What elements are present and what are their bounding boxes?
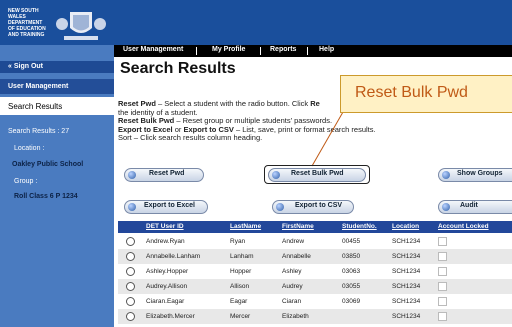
column-header-lastname[interactable]: LastName — [230, 223, 261, 230]
group-value: Roll Class 6 P 1234 — [14, 193, 78, 200]
column-header-location[interactable]: Location — [392, 223, 419, 230]
button-bullet-icon — [442, 171, 450, 179]
cell-location: SCH1234 — [392, 268, 421, 275]
callout-pointer — [311, 111, 344, 167]
cell-student-no: 03850 — [342, 253, 361, 260]
cell-user-id: Audrey.Allison — [146, 283, 188, 290]
reset-bulk-pwd-label: Reset Bulk Pwd — [291, 170, 344, 177]
account-locked-checkbox[interactable] — [438, 282, 447, 291]
row-radio[interactable] — [126, 237, 135, 246]
sidebar-item-user-management[interactable]: User Management — [8, 83, 68, 90]
cell-lastname: Lanham — [230, 253, 254, 260]
row-radio[interactable] — [126, 312, 135, 321]
instr-term: Re — [310, 99, 320, 108]
table-row[interactable]: Audrey.Allison Allison Audrey 03055 SCH1… — [118, 279, 512, 294]
cell-firstname: Ashley — [282, 268, 302, 275]
cell-student-no: 00455 — [342, 238, 361, 245]
cell-firstname: Elizabeth — [282, 313, 309, 320]
page-title: Search Results — [120, 60, 236, 77]
row-radio[interactable] — [126, 282, 135, 291]
nav-user-management[interactable]: User Management — [123, 46, 183, 53]
nav-help[interactable]: Help — [319, 46, 334, 53]
show-groups-button[interactable]: Show Groups — [438, 168, 512, 182]
cell-user-id: Ciaran.Eagar — [146, 298, 185, 305]
reset-bulk-pwd-button[interactable]: Reset Bulk Pwd — [268, 168, 366, 182]
cell-user-id: Annabelle.Lanham — [146, 253, 201, 260]
location-label: Location : — [14, 145, 45, 152]
button-bullet-icon — [128, 171, 136, 179]
top-navigation: User Management My Profile Reports Help — [114, 45, 512, 57]
instr-term: Reset Pwd — [118, 99, 156, 108]
column-header-student-no[interactable]: StudentNo. — [342, 223, 377, 230]
table-row[interactable]: Ashley.Hopper Hopper Ashley 03063 SCH123… — [118, 264, 512, 279]
cell-lastname: Ryan — [230, 238, 246, 245]
export-csv-label: Export to CSV — [295, 202, 343, 209]
nav-reports[interactable]: Reports — [270, 46, 296, 53]
nav-divider — [196, 47, 197, 55]
reset-bulk-pwd-callout: Reset Bulk Pwd — [340, 75, 512, 113]
column-header-account-locked[interactable]: Account Locked — [438, 223, 489, 230]
cell-user-id: Andrew.Ryan — [146, 238, 185, 245]
account-locked-checkbox[interactable] — [438, 297, 447, 306]
button-bullet-icon — [128, 203, 136, 211]
cell-location: SCH1234 — [392, 298, 421, 305]
cell-lastname: Hopper — [230, 268, 252, 275]
cell-lastname: Mercer — [230, 313, 251, 320]
row-radio[interactable] — [126, 267, 135, 276]
show-groups-label: Show Groups — [457, 170, 503, 177]
button-bullet-icon — [276, 203, 284, 211]
nav-divider — [307, 47, 308, 55]
cell-location: SCH1234 — [392, 238, 421, 245]
department-logo: NEW SOUTH WALES DEPARTMENT OF EDUCATION … — [8, 6, 114, 44]
nav-divider — [260, 47, 261, 55]
table-row[interactable]: Ciaran.Eagar Eagar Ciaran 03069 SCH1234 — [118, 294, 512, 309]
account-locked-checkbox[interactable] — [438, 252, 447, 261]
cell-location: SCH1234 — [392, 313, 421, 320]
cell-student-no: 03063 — [342, 268, 361, 275]
reset-pwd-button[interactable]: Reset Pwd — [124, 168, 204, 182]
cell-location: SCH1234 — [392, 283, 421, 290]
audit-button[interactable]: Audit — [438, 200, 512, 214]
cell-user-id: Elizabeth.Mercer — [146, 313, 195, 320]
cell-student-no: 03069 — [342, 298, 361, 305]
export-excel-label: Export to Excel — [144, 202, 195, 209]
instr-text: – Select a student with the radio button… — [155, 99, 311, 108]
table-row[interactable]: Annabelle.Lanham Lanham Annabelle 03850 … — [118, 249, 512, 264]
column-header-user-id[interactable]: DET User ID — [146, 223, 184, 230]
cell-firstname: Annabelle — [282, 253, 311, 260]
cell-firstname: Ciaran — [282, 298, 302, 305]
cell-location: SCH1234 — [392, 253, 421, 260]
account-locked-checkbox[interactable] — [438, 312, 447, 321]
nav-my-profile[interactable]: My Profile — [212, 46, 245, 53]
callout-text: Reset Bulk Pwd — [355, 84, 468, 101]
row-radio[interactable] — [126, 252, 135, 261]
reset-pwd-label: Reset Pwd — [149, 170, 185, 177]
audit-label: Audit — [460, 202, 478, 209]
sign-out-link[interactable]: « Sign Out — [8, 63, 43, 70]
coat-of-arms-icon — [50, 6, 112, 44]
cell-lastname: Eagar — [230, 298, 248, 305]
account-locked-checkbox[interactable] — [438, 267, 447, 276]
cell-lastname: Allison — [230, 283, 250, 290]
cell-firstname: Andrew — [282, 238, 305, 245]
sidebar: « Sign Out User Management Search Result… — [0, 45, 114, 327]
cell-student-no: 03055 — [342, 283, 361, 290]
cell-user-id: Ashley.Hopper — [146, 268, 189, 275]
table-row[interactable]: Andrew.Ryan Ryan Andrew 00455 SCH1234 — [118, 234, 512, 249]
button-bullet-icon — [272, 171, 280, 179]
account-locked-checkbox[interactable] — [438, 237, 447, 246]
group-label: Group : — [14, 178, 38, 185]
results-count: Search Results : 27 — [8, 128, 70, 135]
logo-text: NEW SOUTH WALES DEPARTMENT OF EDUCATION … — [8, 8, 46, 38]
table-header: DET User ID LastName FirstName StudentNo… — [118, 221, 512, 233]
location-value: Oakley Public School — [12, 161, 84, 168]
cell-firstname: Audrey — [282, 283, 303, 290]
export-excel-button[interactable]: Export to Excel — [124, 200, 208, 214]
sidebar-item-search-results[interactable]: Search Results — [8, 102, 62, 111]
column-header-firstname[interactable]: FirstName — [282, 223, 314, 230]
table-row[interactable]: Elizabeth.Mercer Mercer Elizabeth SCH123… — [118, 309, 512, 324]
export-csv-button[interactable]: Export to CSV — [272, 200, 354, 214]
row-radio[interactable] — [126, 297, 135, 306]
button-bullet-icon — [442, 203, 450, 211]
